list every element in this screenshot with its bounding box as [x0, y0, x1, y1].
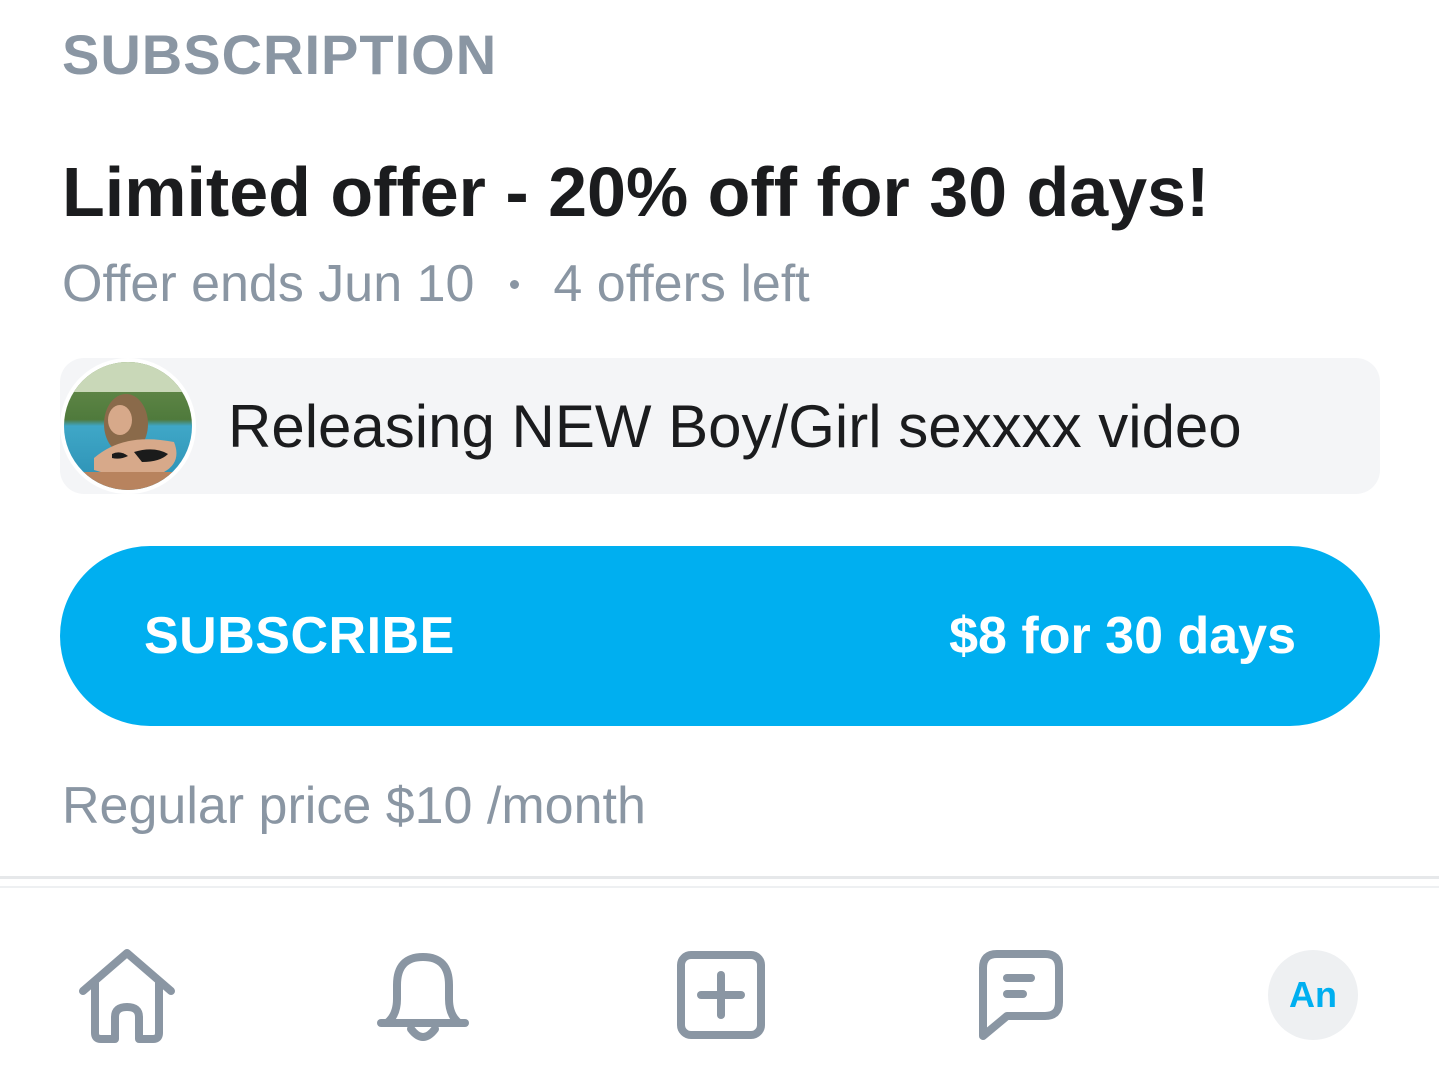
- nav-divider-shadow: [0, 886, 1439, 888]
- subscribe-button-label: SUBSCRIBE: [144, 607, 455, 665]
- home-icon: [79, 949, 175, 1043]
- nav-divider: [0, 876, 1439, 879]
- bell-icon: [377, 953, 469, 1041]
- subscribe-button[interactable]: SUBSCRIBE $8 for 30 days: [60, 546, 1380, 726]
- plus-square-icon: [677, 951, 765, 1039]
- nav-new-post[interactable]: [664, 940, 774, 1050]
- messages-icon: [979, 950, 1063, 1040]
- section-label: SUBSCRIPTION: [62, 23, 498, 86]
- creator-avatar[interactable]: [60, 358, 196, 494]
- offers-left: 4 offers left: [553, 255, 810, 313]
- offer-title: Limited offer - 20% off for 30 days!: [62, 153, 1210, 231]
- offer-meta: Offer ends Jun 10 4 offers left: [62, 254, 810, 314]
- nav-profile-avatar[interactable]: An: [1268, 950, 1358, 1040]
- creator-message-text: Releasing NEW Boy/Girl sexxxx video: [228, 393, 1242, 460]
- regular-price: Regular price $10 /month: [62, 777, 646, 835]
- nav-notifications[interactable]: [368, 940, 478, 1050]
- separator-dot: [510, 279, 520, 289]
- avatar-photo: [64, 362, 192, 490]
- nav-messages[interactable]: [960, 940, 1070, 1050]
- subscribe-button-price: $8 for 30 days: [949, 607, 1296, 665]
- offer-end-date: Offer ends Jun 10: [62, 255, 475, 313]
- nav-home[interactable]: [72, 940, 182, 1050]
